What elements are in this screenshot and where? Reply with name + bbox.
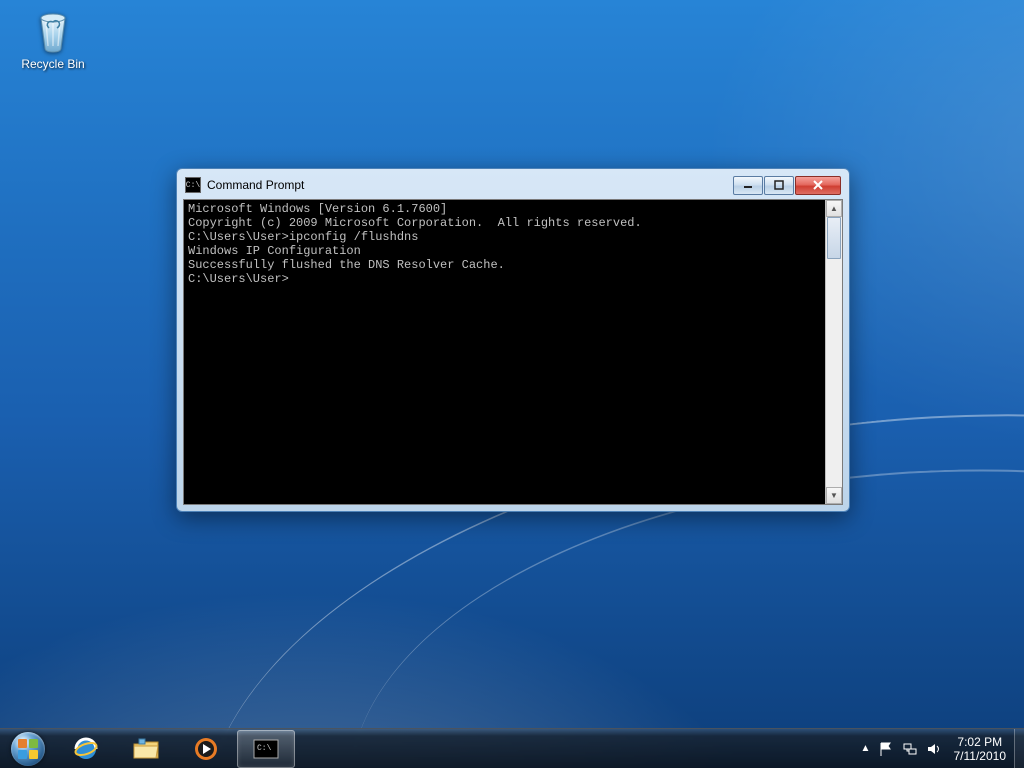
svg-text:C:\: C:\	[257, 744, 272, 753]
taskbar-item-windows-media-player[interactable]	[177, 730, 235, 768]
start-orb-icon	[11, 732, 45, 766]
show-desktop-button[interactable]	[1014, 729, 1024, 768]
desktop[interactable]: Recycle Bin C:\ Command Prompt Microsoft…	[0, 0, 1024, 768]
desktop-icon-recycle-bin[interactable]: Recycle Bin	[14, 6, 92, 71]
taskbar-item-internet-explorer[interactable]	[57, 730, 115, 768]
console-line: Successfully flushed the DNS Resolver Ca…	[188, 258, 821, 272]
volume-icon[interactable]	[925, 740, 943, 758]
clock-date: 7/11/2010	[954, 749, 1007, 763]
console-line: Windows IP Configuration	[188, 244, 821, 258]
recycle-bin-icon	[29, 6, 77, 54]
taskbar-item-windows-explorer[interactable]	[117, 730, 175, 768]
system-tray: ▲ 7:02 PM 7/11/2010	[858, 729, 1024, 768]
scroll-thumb[interactable]	[827, 217, 841, 259]
console-line: C:\Users\User>ipconfig /flushdns	[188, 230, 821, 244]
command-prompt-window[interactable]: C:\ Command Prompt Microsoft Windows [Ve…	[176, 168, 850, 512]
start-button[interactable]	[0, 729, 56, 768]
action-center-flag-icon[interactable]	[877, 740, 895, 758]
desktop-icon-label: Recycle Bin	[14, 57, 92, 71]
console-output[interactable]: Microsoft Windows [Version 6.1.7600]Copy…	[184, 200, 825, 504]
titlebar[interactable]: C:\ Command Prompt	[183, 175, 843, 199]
vertical-scrollbar[interactable]: ▲ ▼	[825, 200, 842, 504]
console-line: C:\Users\User>	[188, 272, 821, 286]
console-line: Copyright (c) 2009 Microsoft Corporation…	[188, 216, 821, 230]
network-icon[interactable]	[901, 740, 919, 758]
folder-icon	[131, 736, 161, 762]
clock-time: 7:02 PM	[954, 735, 1007, 749]
command-prompt-icon: C:\	[251, 736, 281, 762]
maximize-button[interactable]	[764, 176, 794, 195]
taskbar[interactable]: C:\ ▲ 7:02 PM 7/11/2010	[0, 728, 1024, 768]
console-area: Microsoft Windows [Version 6.1.7600]Copy…	[183, 199, 843, 505]
minimize-button[interactable]	[733, 176, 763, 195]
close-button[interactable]	[795, 176, 841, 195]
media-player-icon	[191, 736, 221, 762]
taskbar-item-command-prompt[interactable]: C:\	[237, 730, 295, 768]
console-line: Microsoft Windows [Version 6.1.7600]	[188, 202, 821, 216]
scroll-up-arrow[interactable]: ▲	[826, 200, 842, 217]
command-prompt-icon: C:\	[185, 177, 201, 193]
show-hidden-icons-button[interactable]: ▲	[858, 729, 874, 768]
scroll-down-arrow[interactable]: ▼	[826, 487, 842, 504]
taskbar-clock[interactable]: 7:02 PM 7/11/2010	[946, 735, 1015, 763]
internet-explorer-icon	[71, 736, 101, 762]
window-title: Command Prompt	[207, 178, 304, 192]
